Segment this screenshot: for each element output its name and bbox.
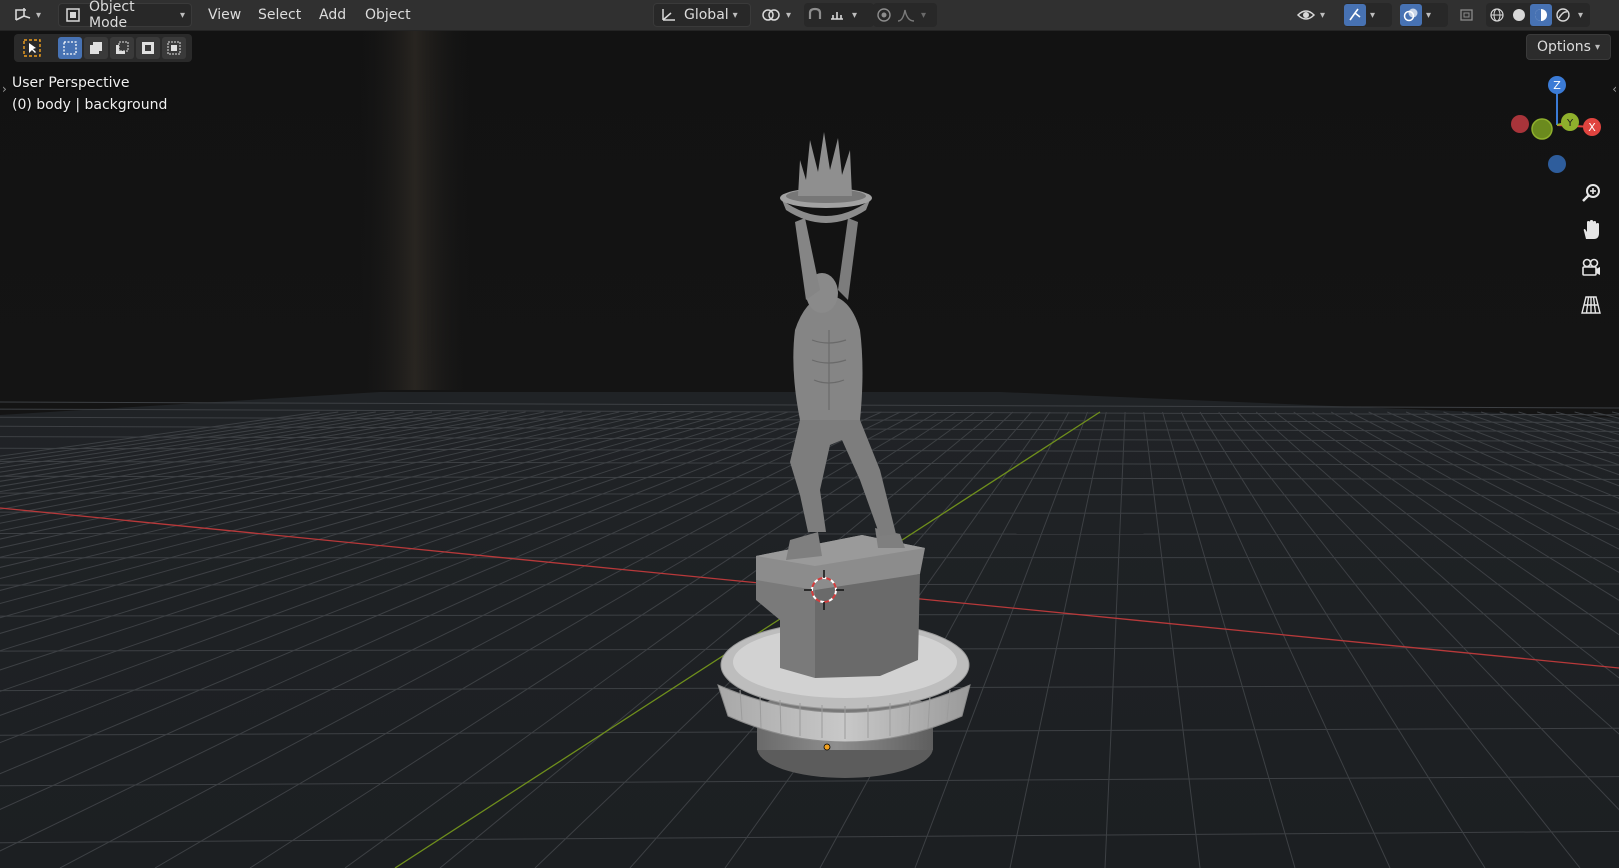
proportional-editing-group: ▾: [873, 3, 937, 27]
gizmo-icon: [1347, 7, 1363, 23]
gizmo-neg-y[interactable]: [1531, 118, 1553, 140]
transform-orientation-icon: [660, 7, 678, 23]
proportional-edit-toggle[interactable]: [873, 4, 895, 26]
mode-label: Object Mode: [89, 0, 135, 31]
falloff-curve-icon: [897, 7, 915, 23]
material-sphere-icon: [1533, 7, 1549, 23]
background-light-beam: [360, 30, 470, 390]
chevron-down-icon: ▾: [179, 9, 185, 21]
select-mode-invert-button[interactable]: [136, 37, 160, 59]
gizmo-neg-z[interactable]: [1548, 155, 1566, 173]
toolbar-expand-arrow[interactable]: ›: [2, 82, 7, 96]
chevron-down-icon: ▾: [732, 9, 738, 21]
pan-button[interactable]: [1576, 215, 1606, 245]
grid-perspective-icon: [1580, 294, 1602, 316]
gizmo-toggle[interactable]: [1344, 4, 1366, 26]
gizmo-group: ▾: [1344, 3, 1392, 27]
camera-icon: [1580, 257, 1602, 279]
object-origin: [823, 743, 831, 751]
gizmo-x-label: X: [1588, 121, 1596, 134]
viewport-header: ▾ Object Mode ▾ View Select Add Object G…: [0, 0, 1619, 31]
perspective-toggle-button[interactable]: [1576, 290, 1606, 320]
select-mode-intersect-button[interactable]: [162, 37, 186, 59]
chevron-down-icon[interactable]: ▾: [1370, 10, 1375, 21]
chevron-down-icon[interactable]: ▾: [1426, 10, 1431, 21]
3d-scene[interactable]: [0, 0, 1619, 868]
shading-group: ▾: [1486, 3, 1590, 27]
chevron-down-icon[interactable]: ▾: [921, 10, 926, 21]
3d-viewport-icon: [12, 6, 32, 24]
eye-icon: [1296, 7, 1316, 23]
gizmo-z-label: Z: [1553, 79, 1561, 92]
pivot-point-dropdown[interactable]: ▾: [760, 3, 791, 27]
menu-object[interactable]: Object: [359, 3, 417, 27]
snap-target-dropdown[interactable]: [826, 4, 848, 26]
hand-icon: [1580, 219, 1602, 241]
zoom-button[interactable]: [1576, 178, 1606, 208]
select-mode-extend-button[interactable]: [84, 37, 108, 59]
wireframe-shading-button[interactable]: [1486, 4, 1508, 26]
camera-view-button[interactable]: [1576, 253, 1606, 283]
mode-dropdown[interactable]: Object Mode ▾: [58, 0, 192, 31]
viewport-info-overlay: User Perspective (0) body | background: [12, 72, 167, 116]
chevron-down-icon[interactable]: ▾: [852, 10, 857, 21]
select-box-invert-icon: [140, 40, 156, 56]
select-mode-subtract-button[interactable]: [110, 37, 134, 59]
chevron-down-icon: ▾: [36, 9, 42, 21]
orientation-dropdown[interactable]: Global ▾: [653, 3, 751, 27]
overlays-icon: [1403, 7, 1419, 23]
wireframe-sphere-icon: [1489, 7, 1505, 23]
snap-toggle[interactable]: [804, 4, 826, 26]
solid-sphere-icon: [1511, 7, 1527, 23]
magnet-icon: [807, 7, 823, 23]
pivot-icon: [760, 6, 782, 24]
3d-viewport[interactable]: ▾ Object Mode ▾ View Select Add Object G…: [0, 0, 1619, 868]
chevron-down-icon[interactable]: ▾: [1578, 10, 1583, 21]
object-mode-icon: [65, 7, 83, 23]
menu-select[interactable]: Select: [252, 3, 307, 27]
options-label: Options: [1536, 39, 1591, 55]
zoom-in-icon: [1580, 182, 1602, 204]
select-box-intersect-icon: [166, 40, 182, 56]
xray-toggle[interactable]: [1458, 3, 1476, 27]
sidebar-expand-arrow[interactable]: ‹: [1612, 82, 1617, 96]
active-tool-button[interactable]: [20, 37, 44, 59]
rendered-sphere-icon: [1555, 7, 1571, 23]
material-preview-shading-button[interactable]: [1530, 4, 1552, 26]
snap-increment-icon: [829, 7, 845, 23]
chevron-down-icon: ▾: [1594, 41, 1600, 53]
overlays-group: ▾: [1400, 3, 1448, 27]
tool-settings-bar: [14, 34, 192, 62]
select-mode-new-button[interactable]: [58, 37, 82, 59]
solid-shading-button[interactable]: [1508, 4, 1530, 26]
gizmo-neg-x[interactable]: [1511, 115, 1529, 133]
gizmo-y-label: Y: [1566, 118, 1574, 129]
select-box-subtract-icon: [114, 40, 130, 56]
rendered-shading-button[interactable]: [1552, 4, 1574, 26]
xray-icon: [1458, 7, 1476, 23]
options-dropdown[interactable]: Options ▾: [1525, 34, 1611, 60]
select-box-extend-icon: [88, 40, 104, 56]
menu-view[interactable]: View: [202, 3, 247, 27]
falloff-dropdown[interactable]: [895, 4, 917, 26]
object-info: (0) body | background: [12, 97, 168, 113]
chevron-down-icon: ▾: [1320, 9, 1326, 21]
view-name: User Perspective: [12, 75, 130, 91]
editor-type-selector[interactable]: ▾: [12, 3, 41, 27]
menu-add[interactable]: Add: [313, 3, 352, 27]
snapping-group: ▾: [804, 3, 874, 27]
navigation-gizmo[interactable]: Y X Z: [1500, 70, 1610, 180]
selection-mode-group: [58, 37, 186, 59]
chevron-down-icon: ▾: [786, 9, 792, 21]
overlays-toggle[interactable]: [1400, 4, 1422, 26]
proportional-edit-icon: [876, 7, 892, 23]
select-box-new-icon: [62, 40, 78, 56]
select-tool-icon: [22, 38, 42, 58]
visibility-dropdown[interactable]: ▾: [1296, 3, 1325, 27]
orientation-label: Global: [684, 7, 729, 23]
